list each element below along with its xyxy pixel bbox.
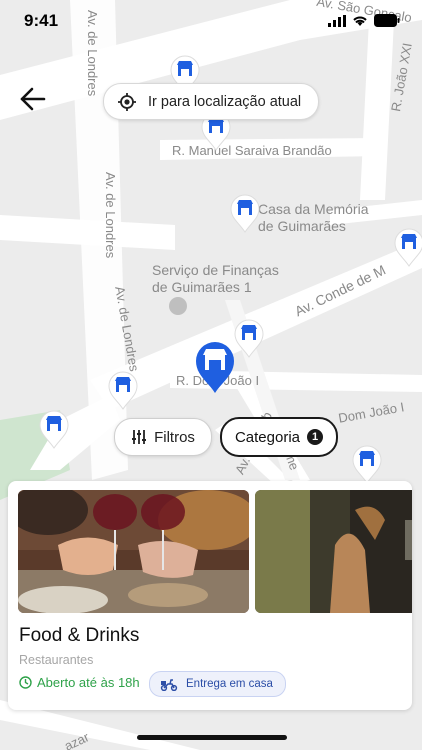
wifi-icon — [353, 16, 367, 26]
category-button[interactable]: Categoria 1 — [220, 417, 338, 457]
status-icons — [328, 14, 400, 27]
category-label: Categoria — [234, 428, 301, 446]
home-indicator[interactable] — [137, 735, 287, 740]
place-label: Serviço de Finanças de Guimarães 1 — [152, 262, 279, 295]
status-bar: 9:41 — [0, 0, 422, 44]
store-pin-icon[interactable] — [351, 444, 383, 484]
filters-button[interactable]: Filtros — [114, 418, 212, 456]
back-arrow-icon[interactable] — [18, 86, 48, 112]
crosshair-icon — [118, 92, 136, 111]
place-photo[interactable] — [18, 490, 249, 613]
filters-label: Filtros — [154, 428, 195, 446]
place-photo[interactable] — [255, 490, 412, 613]
place-label: Casa da Memória de Guimarães — [258, 201, 369, 234]
category-count-badge: 1 — [307, 429, 324, 445]
scooter-icon — [160, 678, 178, 691]
store-pin-icon[interactable] — [233, 318, 265, 358]
locate-current-button[interactable]: Ir para localização atual — [103, 83, 319, 120]
place-category: Restaurantes — [19, 653, 94, 667]
battery-icon — [374, 14, 400, 27]
restaurant-interior-image — [255, 490, 412, 613]
restaurant-toast-image — [18, 490, 249, 613]
clock-icon — [19, 676, 32, 689]
street-label: Av. de Londres — [103, 172, 118, 259]
status-time: 9:41 — [24, 11, 59, 30]
store-pin-icon[interactable] — [38, 409, 70, 449]
opening-hours-label: Aberto até às 18h — [37, 675, 140, 690]
sliders-icon — [132, 430, 147, 444]
delivery-label: Entrega em casa — [186, 678, 273, 690]
place-title: Food & Drinks — [19, 625, 140, 646]
street-label: R. Manuel Saraiva Brandão — [172, 143, 332, 158]
delivery-badge: Entrega em casa — [149, 671, 286, 697]
store-pin-icon[interactable] — [229, 193, 261, 233]
place-card[interactable]: Food & Drinks Restaurantes Aberto até às… — [8, 481, 412, 710]
signal-icon — [328, 14, 346, 27]
store-pin-icon[interactable] — [107, 370, 139, 410]
store-pin-icon[interactable] — [393, 227, 422, 267]
opening-hours: Aberto até às 18h — [19, 675, 140, 690]
locate-current-label: Ir para localização atual — [148, 93, 302, 110]
selected-store-pin-icon[interactable] — [194, 340, 236, 394]
